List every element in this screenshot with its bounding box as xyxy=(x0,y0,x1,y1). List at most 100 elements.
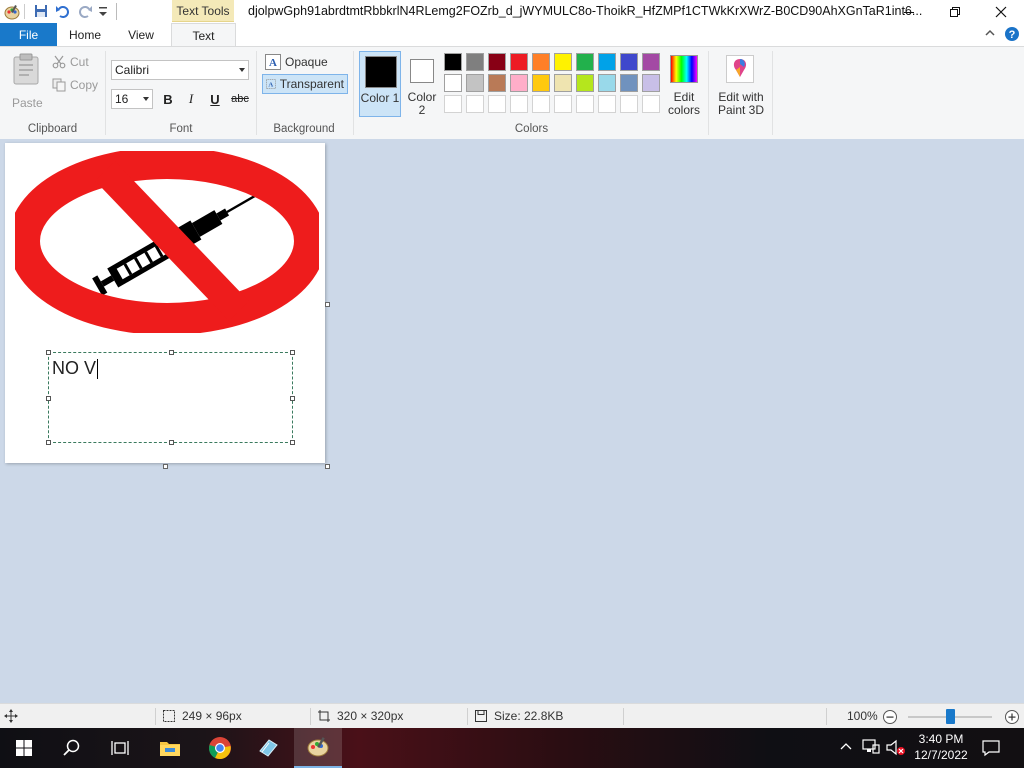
image-size: 320 × 320px xyxy=(317,709,403,723)
restore-button[interactable] xyxy=(932,0,978,23)
group-separator xyxy=(708,51,709,135)
font-size-value: 16 xyxy=(115,92,129,106)
status-separator xyxy=(826,708,827,725)
color2-button[interactable]: Color 2 xyxy=(403,51,441,117)
palette-swatch[interactable] xyxy=(510,53,528,71)
textbox-handle[interactable] xyxy=(169,440,174,445)
palette-swatch[interactable] xyxy=(620,74,638,92)
start-button[interactable] xyxy=(0,728,48,768)
palette-swatch[interactable] xyxy=(554,74,572,92)
textbox-handle[interactable] xyxy=(290,440,295,445)
underline-button[interactable]: U xyxy=(205,89,225,109)
transparent-text-icon: A xyxy=(266,79,276,89)
palette-swatch[interactable] xyxy=(620,53,638,71)
title-divider xyxy=(116,3,117,20)
palette-swatch[interactable] xyxy=(642,53,660,71)
edit-colors-button[interactable]: Edit colors xyxy=(666,53,702,117)
tab-home[interactable]: Home xyxy=(60,23,110,46)
zoom-slider-thumb[interactable] xyxy=(946,709,955,724)
close-button[interactable] xyxy=(978,0,1024,23)
palette-swatch[interactable] xyxy=(598,53,616,71)
quick-access-dropdown-icon[interactable] xyxy=(98,6,108,21)
palette-swatch[interactable] xyxy=(554,53,572,71)
palette-empty-swatch[interactable] xyxy=(576,95,594,113)
bold-button[interactable]: B xyxy=(158,89,178,109)
palette-swatch[interactable] xyxy=(466,74,484,92)
italic-button[interactable]: I xyxy=(181,89,201,109)
palette-swatch[interactable] xyxy=(532,53,550,71)
palette-empty-swatch[interactable] xyxy=(620,95,638,113)
textbox-handle[interactable] xyxy=(46,396,51,401)
help-icon[interactable]: ? xyxy=(1004,26,1020,45)
palette-swatch[interactable] xyxy=(488,74,506,92)
edit-with-paint3d-button[interactable]: Edit with Paint 3D xyxy=(714,53,768,117)
font-family-select[interactable]: Calibri xyxy=(111,60,249,80)
paint-taskbar-button[interactable] xyxy=(294,728,342,768)
palette-empty-swatch[interactable] xyxy=(510,95,528,113)
redo-icon[interactable] xyxy=(77,3,93,22)
no-syringe-sign-image xyxy=(15,151,319,333)
folder-icon xyxy=(160,742,180,756)
palette-swatch[interactable] xyxy=(444,74,462,92)
search-button[interactable] xyxy=(48,728,96,768)
tab-file[interactable]: File xyxy=(0,23,57,46)
zoom-in-button[interactable] xyxy=(1004,709,1020,728)
palette-swatch[interactable] xyxy=(444,53,462,71)
color1-button[interactable]: Color 1 xyxy=(359,51,401,117)
show-hidden-icons-button[interactable] xyxy=(840,741,852,756)
svg-text:A: A xyxy=(269,57,277,69)
palette-empty-swatch[interactable] xyxy=(444,95,462,113)
font-family-value: Calibri xyxy=(115,63,150,77)
canvas-text: NO V xyxy=(52,358,97,378)
tab-view[interactable]: View xyxy=(116,23,166,46)
textbox-handle[interactable] xyxy=(46,350,51,355)
text-entry-box[interactable]: NO V xyxy=(46,350,295,445)
cut-button[interactable]: Cut xyxy=(52,55,89,69)
save-icon[interactable] xyxy=(34,4,48,21)
palette-empty-swatch[interactable] xyxy=(532,95,550,113)
network-icon[interactable] xyxy=(862,739,880,758)
textbox-handle[interactable] xyxy=(46,440,51,445)
strikethrough-button[interactable]: abc xyxy=(229,89,251,109)
notifications-button[interactable] xyxy=(982,739,1000,760)
font-size-select[interactable]: 16 xyxy=(111,89,153,109)
palette-swatch[interactable] xyxy=(466,53,484,71)
palette-empty-swatch[interactable] xyxy=(554,95,572,113)
clock[interactable]: 3:40 PM 12/7/2022 xyxy=(908,731,974,763)
chrome-button[interactable] xyxy=(196,728,244,768)
palette-empty-swatch[interactable] xyxy=(466,95,484,113)
palette-swatch[interactable] xyxy=(488,53,506,71)
palette-swatch[interactable] xyxy=(576,74,594,92)
paste-button[interactable]: Paste xyxy=(8,53,46,110)
font-group-label: Font xyxy=(169,123,193,135)
canvas-resize-handle-corner[interactable] xyxy=(325,464,330,469)
undo-icon[interactable] xyxy=(55,3,71,22)
textbox-handle[interactable] xyxy=(290,350,295,355)
palette-swatch[interactable] xyxy=(576,53,594,71)
task-view-button[interactable] xyxy=(96,728,144,768)
minimize-button[interactable] xyxy=(886,0,932,23)
palette-swatch[interactable] xyxy=(642,74,660,92)
palette-swatch[interactable] xyxy=(598,74,616,92)
canvas-resize-handle-bottom[interactable] xyxy=(163,464,168,469)
textbox-handle[interactable] xyxy=(290,396,295,401)
collapse-ribbon-icon[interactable] xyxy=(984,27,996,42)
zoom-out-button[interactable] xyxy=(882,709,898,728)
color2-swatch xyxy=(410,59,434,83)
notepad-button[interactable] xyxy=(244,728,292,768)
file-explorer-button[interactable] xyxy=(146,728,194,768)
copy-button[interactable]: Copy xyxy=(52,78,98,92)
palette-swatch[interactable] xyxy=(532,74,550,92)
volume-muted-icon[interactable] xyxy=(886,739,906,760)
palette-empty-swatch[interactable] xyxy=(488,95,506,113)
palette-swatch[interactable] xyxy=(510,74,528,92)
canvas-resize-handle-right[interactable] xyxy=(325,302,330,307)
textbox-handle[interactable] xyxy=(169,350,174,355)
palette-empty-swatch[interactable] xyxy=(642,95,660,113)
transparent-button[interactable]: A Transparent xyxy=(262,74,348,94)
selection-size: 249 × 96px xyxy=(162,709,242,723)
opaque-button[interactable]: A Opaque xyxy=(262,53,331,71)
paint-app-icon[interactable] xyxy=(4,4,20,23)
palette-empty-swatch[interactable] xyxy=(598,95,616,113)
tab-text[interactable]: Text xyxy=(171,23,236,48)
